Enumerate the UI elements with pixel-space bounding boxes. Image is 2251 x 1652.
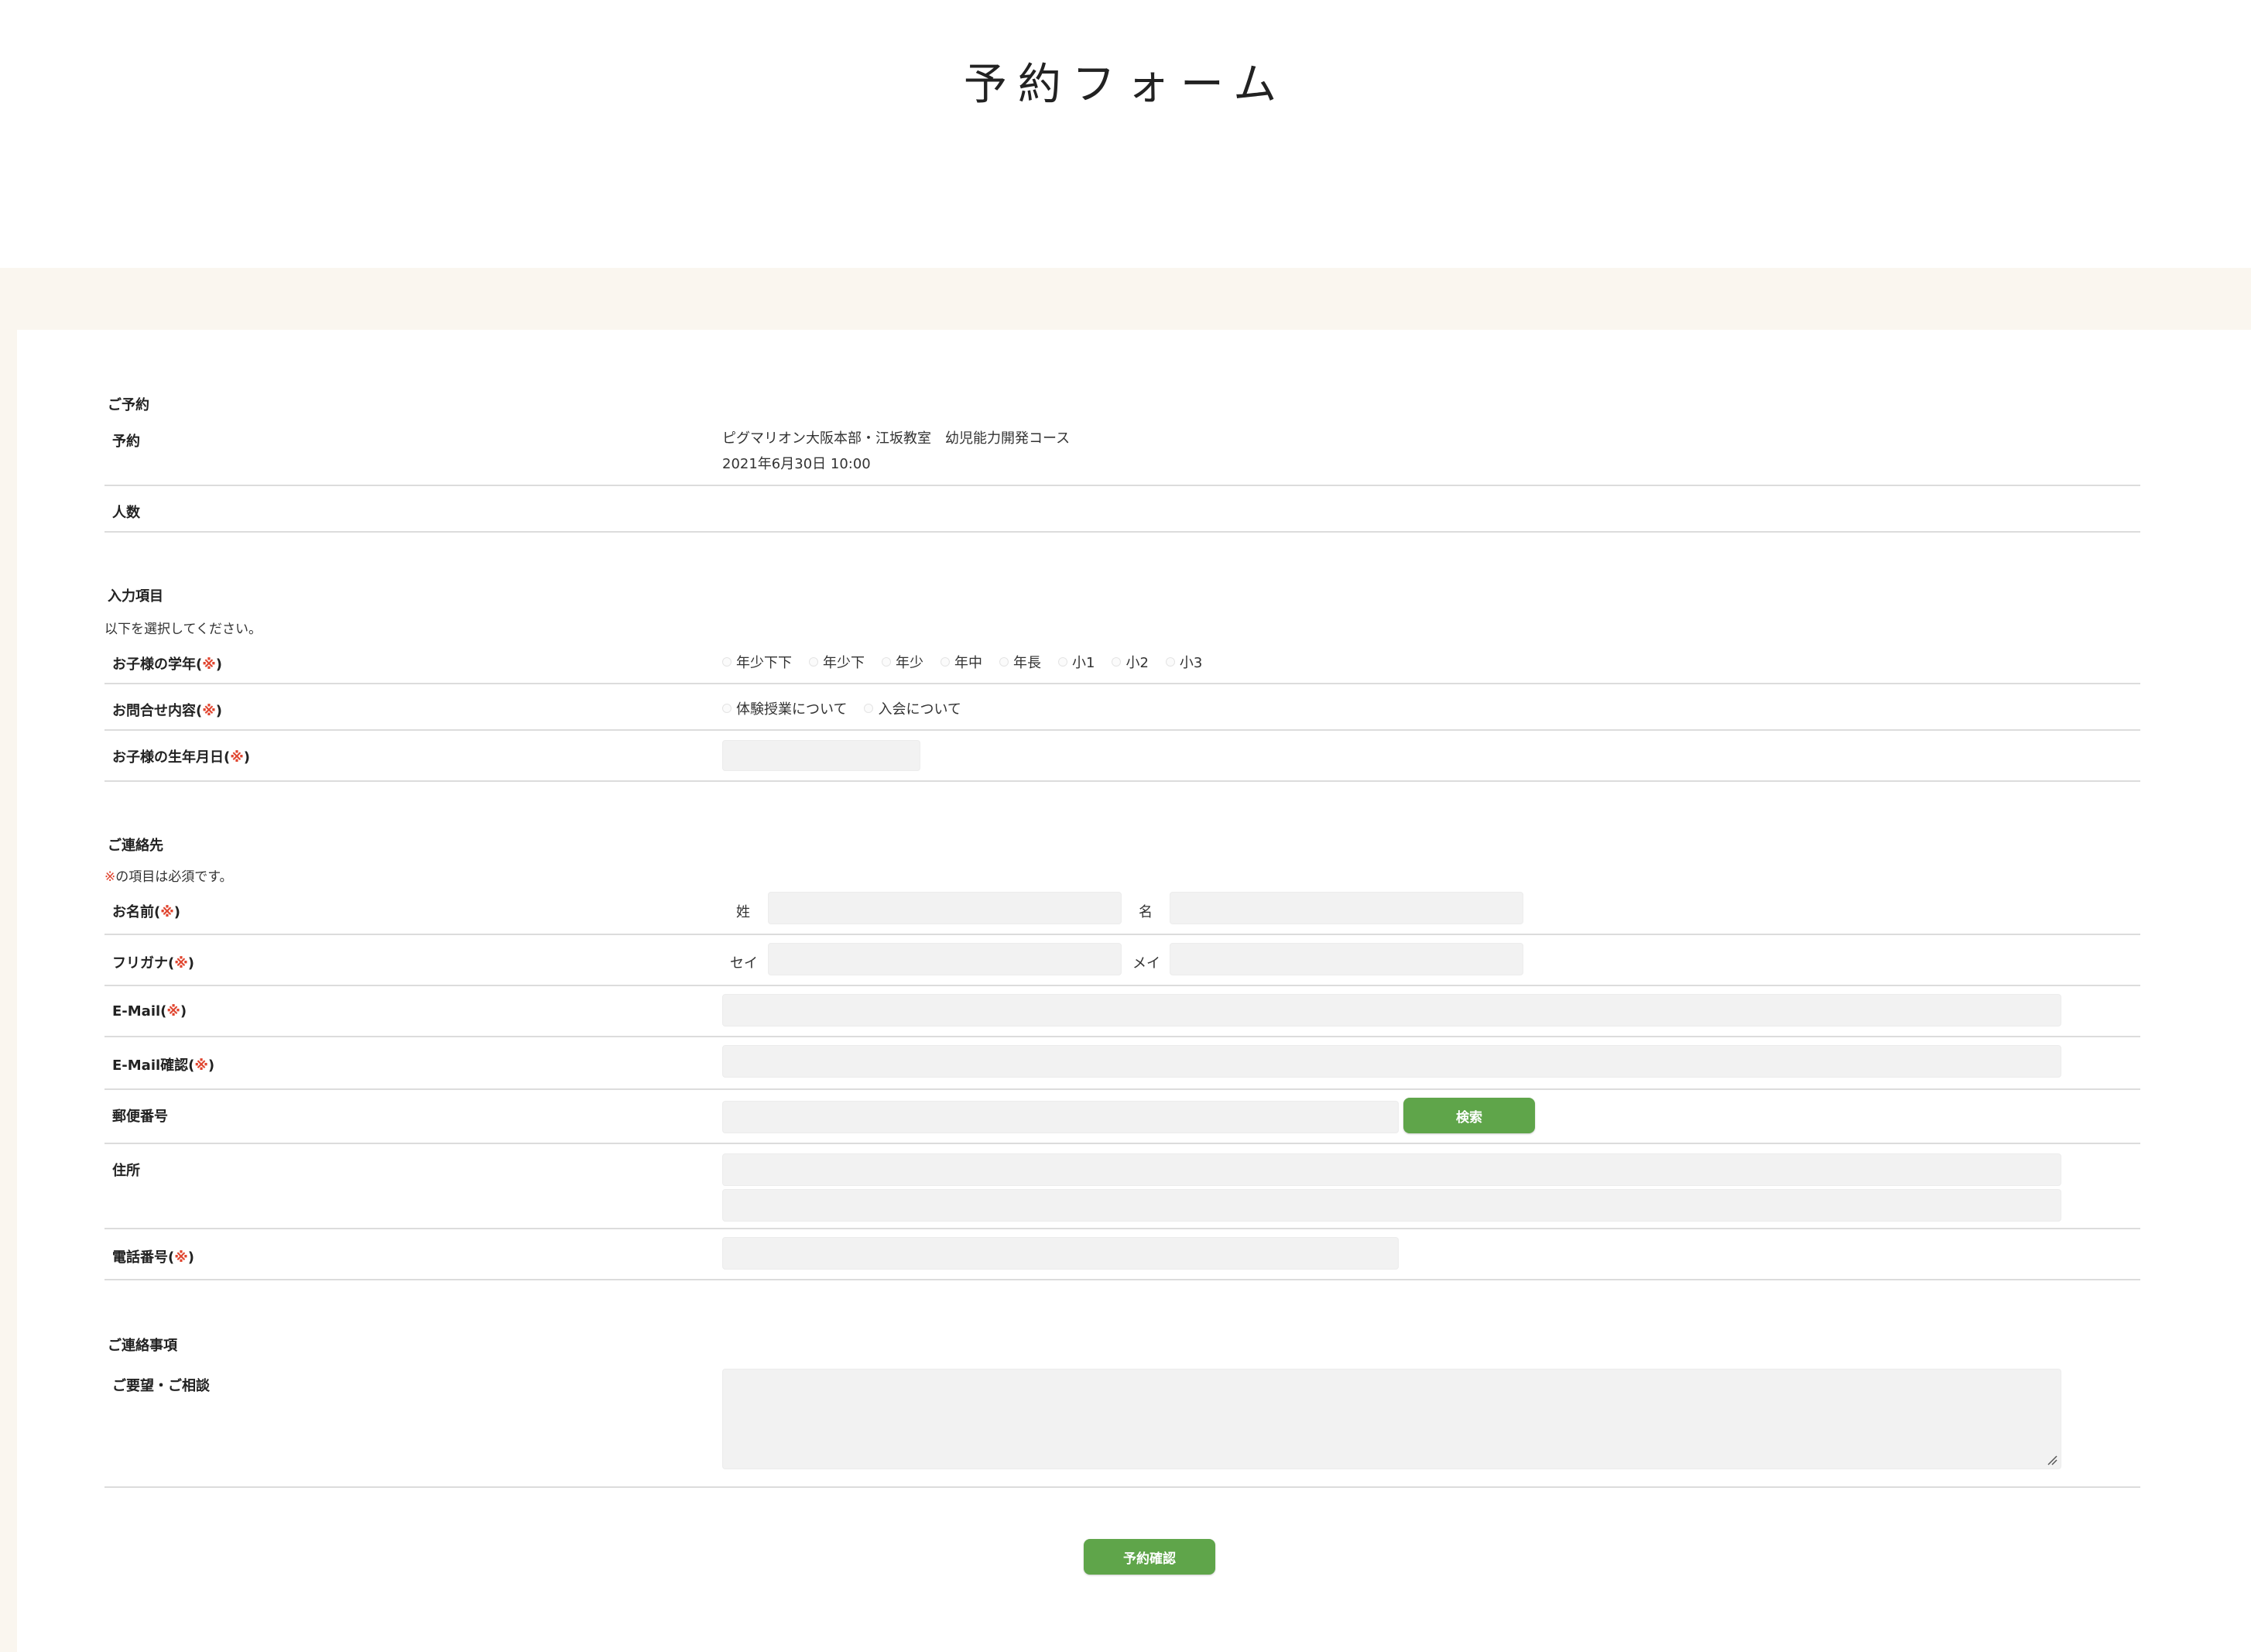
last-name-input[interactable] [768, 892, 1122, 924]
first-name-label: 名 [1139, 904, 1153, 920]
grade-option-6[interactable]: 小1 [1058, 652, 1095, 672]
first-kana-input[interactable] [1170, 943, 1523, 975]
radio-icon[interactable] [864, 704, 874, 713]
section-title-notes: ご連絡事項 [108, 1338, 177, 1354]
radio-icon[interactable] [940, 657, 950, 667]
required-mark: ※ [174, 1249, 188, 1266]
input-items-note: 以下を選択してください。 [104, 622, 262, 637]
request-label: ご要望・ご相談 [112, 1378, 210, 1394]
required-mark: ※ [230, 749, 244, 766]
row-grade: お子様の学年(※) 年少下下 年少下 年少 年中 年長 小1 小2 小3 [104, 639, 2140, 684]
grade-option-2[interactable]: 年少下 [809, 652, 865, 672]
row-email-confirm: E-Mail確認(※) [104, 1037, 2140, 1090]
reservation-confirm-button[interactable]: 予約確認 [1084, 1539, 1215, 1575]
grade-label: お子様の学年(※) [112, 656, 222, 673]
row-birthdate: お子様の生年月日(※) [104, 731, 2140, 782]
phone-label: 電話番号(※) [112, 1249, 194, 1266]
row-address: 住所 [104, 1144, 2140, 1229]
inquiry-option-enroll[interactable]: 入会について [864, 698, 961, 718]
postal-input[interactable] [722, 1101, 1399, 1133]
row-postal: 郵便番号 検索 [104, 1090, 2140, 1144]
required-mark: ※ [166, 1003, 180, 1020]
radio-icon[interactable] [722, 704, 731, 713]
row-people: 人数 [104, 486, 2140, 533]
row-email: E-Mail(※) [104, 986, 2140, 1037]
birthdate-label: お子様の生年月日(※) [112, 749, 250, 766]
reservation-datetime: 2021年6月30日 10:00 [722, 456, 871, 472]
grade-option-5[interactable]: 年長 [999, 652, 1041, 672]
email-confirm-input[interactable] [722, 1045, 2061, 1078]
row-inquiry: お問合せ内容(※) 体験授業について 入会について [104, 684, 2140, 731]
postal-label: 郵便番号 [112, 1109, 168, 1125]
reservation-detail: ピグマリオン大阪本部・江坂教室 幼児能力開発コース 2021年6月30日 10:… [722, 427, 1070, 473]
address-label: 住所 [112, 1163, 140, 1179]
required-mark: ※ [202, 703, 216, 719]
section-title-input-items: 入力項目 [108, 588, 163, 605]
grade-option-4[interactable]: 年中 [940, 652, 982, 672]
page-title: 予約フォーム [963, 60, 1288, 110]
request-textarea[interactable] [722, 1369, 2061, 1469]
postal-search-button[interactable]: 検索 [1403, 1098, 1535, 1133]
required-mark: ※ [202, 656, 216, 673]
inquiry-options: 体験授業について 入会について [722, 698, 961, 718]
form-card: ご予約 予約 ピグマリオン大阪本部・江坂教室 幼児能力開発コース 2021年6月… [17, 330, 2251, 1652]
section-title-reservation: ご予約 [108, 397, 149, 413]
row-phone: 電話番号(※) [104, 1229, 2140, 1280]
radio-icon[interactable] [1112, 657, 1122, 667]
row-name: お名前(※) 姓 名 [104, 884, 2140, 935]
last-kana-input[interactable] [768, 943, 1122, 975]
radio-icon[interactable] [1165, 657, 1175, 667]
first-kana-label: メイ [1132, 955, 1160, 972]
radio-icon[interactable] [809, 657, 818, 667]
kana-label: フリガナ(※) [112, 955, 194, 972]
inquiry-option-trial[interactable]: 体験授業について [722, 698, 847, 718]
section-title-contact: ご連絡先 [108, 838, 163, 854]
email-confirm-label: E-Mail確認(※) [112, 1057, 215, 1074]
row-reservation: 予約 ピグマリオン大阪本部・江坂教室 幼児能力開発コース 2021年6月30日 … [104, 415, 2140, 486]
grade-option-7[interactable]: 小2 [1112, 652, 1149, 672]
page-header: 予約フォーム [0, 0, 2251, 268]
reservation-course: ピグマリオン大阪本部・江坂教室 幼児能力開発コース [722, 430, 1071, 447]
grade-option-8[interactable]: 小3 [1165, 652, 1202, 672]
radio-icon[interactable] [1058, 657, 1067, 667]
last-kana-label: セイ [730, 955, 758, 972]
row-request: ご要望・ご相談 [104, 1356, 2140, 1488]
row-kana: フリガナ(※) セイ メイ [104, 935, 2140, 986]
radio-icon[interactable] [722, 657, 731, 667]
contact-note: ※の項目は必須です。 [104, 869, 233, 885]
address-line1-input[interactable] [722, 1153, 2061, 1186]
grade-option-1[interactable]: 年少下下 [722, 652, 792, 672]
resize-handle-icon[interactable] [2047, 1455, 2057, 1465]
radio-icon[interactable] [882, 657, 891, 667]
birthdate-input[interactable] [722, 740, 920, 771]
first-name-input[interactable] [1170, 892, 1523, 924]
phone-input[interactable] [722, 1237, 1399, 1270]
radio-icon[interactable] [999, 657, 1009, 667]
grade-options: 年少下下 年少下 年少 年中 年長 小1 小2 小3 [722, 652, 1202, 672]
required-mark: ※ [104, 869, 116, 885]
last-name-label: 姓 [736, 904, 750, 920]
required-mark: ※ [174, 955, 188, 972]
name-label: お名前(※) [112, 904, 180, 920]
inquiry-label: お問合せ内容(※) [112, 703, 222, 719]
reservation-label: 予約 [112, 434, 140, 450]
people-label: 人数 [112, 505, 140, 521]
grade-option-3[interactable]: 年少 [882, 652, 923, 672]
email-label: E-Mail(※) [112, 1003, 187, 1020]
email-input[interactable] [722, 994, 2061, 1027]
address-line2-input[interactable] [722, 1189, 2061, 1222]
required-mark: ※ [160, 904, 174, 920]
required-mark: ※ [194, 1057, 208, 1074]
